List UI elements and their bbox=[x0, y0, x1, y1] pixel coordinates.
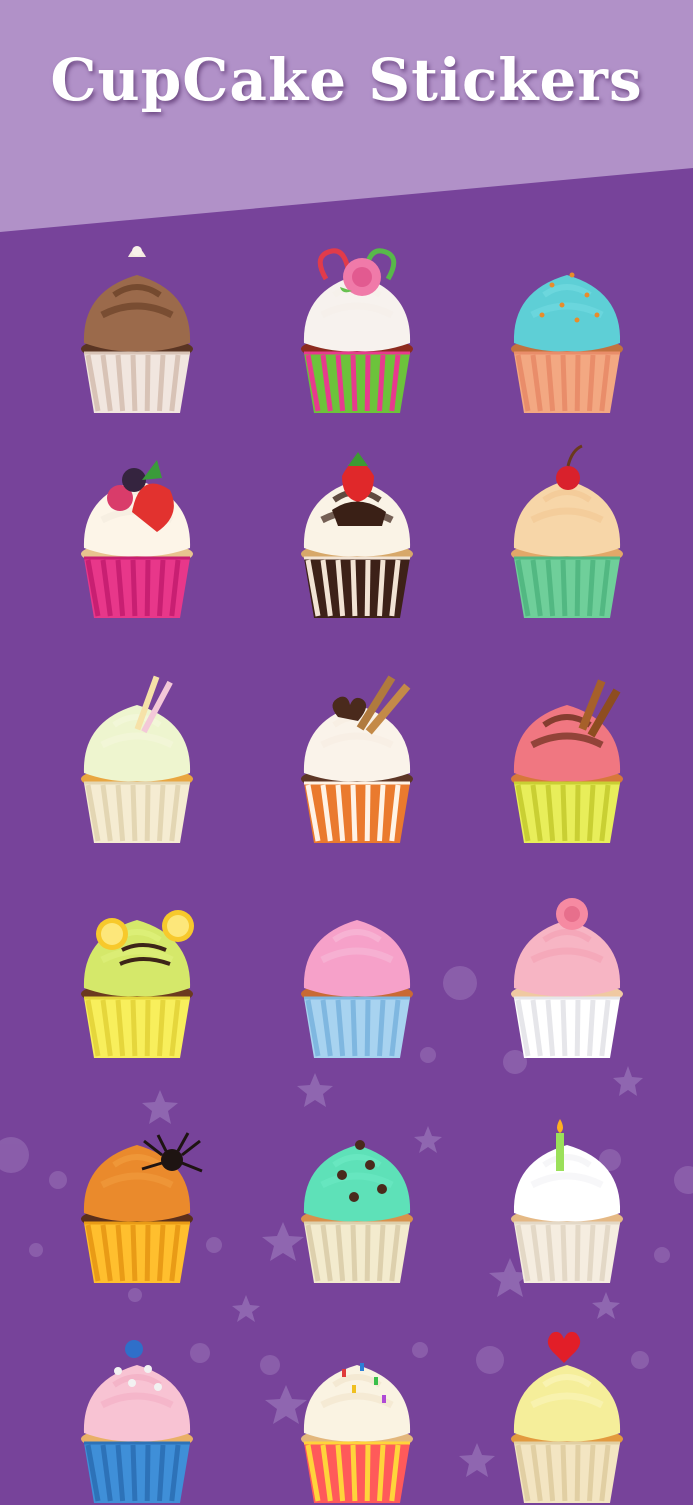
sticker-straw-chip-vanilla-cupcake[interactable] bbox=[62, 665, 212, 845]
sticker-grid bbox=[0, 235, 693, 1503]
sticker-berry-strawberry-cupcake[interactable] bbox=[62, 440, 212, 620]
spider-brain-cupcake-icon bbox=[81, 1132, 203, 1283]
sticker-lemon-swirl-cupcake[interactable] bbox=[62, 880, 212, 1060]
sticker-pink-blue-ball-cupcake[interactable] bbox=[62, 1325, 212, 1505]
sticker-spider-brain-cupcake[interactable] bbox=[62, 1105, 212, 1285]
wafer-heart-chocolate-cupcake-icon bbox=[301, 675, 413, 843]
straw-chip-vanilla-cupcake-icon bbox=[81, 675, 193, 843]
header-band bbox=[0, 0, 693, 232]
chocolate-star-wrapper-cupcake-icon bbox=[81, 246, 193, 413]
sticker-chocolate-wafer-pink-cupcake[interactable] bbox=[492, 665, 642, 845]
berry-strawberry-cupcake-icon bbox=[81, 460, 193, 618]
teal-sprinkle-cupcake-icon bbox=[511, 272, 623, 413]
sticker-pink-rose-white-cupcake[interactable] bbox=[492, 880, 642, 1060]
pink-blue-ball-cupcake-icon bbox=[81, 1340, 193, 1503]
pink-swirl-blue-cupcake-icon bbox=[301, 920, 413, 1058]
chocolate-drizzle-strawberry-cupcake-icon bbox=[301, 452, 413, 618]
rainbow-sprinkle-cupcake-icon bbox=[301, 1363, 413, 1503]
sticker-chocolate-star-wrapper-cupcake[interactable] bbox=[62, 235, 212, 415]
sticker-heart-vanilla-cupcake[interactable] bbox=[492, 1325, 642, 1505]
sticker-mint-chocolate-heart-cupcake[interactable] bbox=[282, 1105, 432, 1285]
rose-candy-cane-heart-cupcake-icon bbox=[301, 248, 413, 413]
sticker-cherry-sprinkle-cupcake[interactable] bbox=[492, 440, 642, 620]
heart-vanilla-cupcake-icon bbox=[511, 1331, 623, 1503]
sticker-pink-swirl-blue-cupcake[interactable] bbox=[282, 880, 432, 1060]
lemon-swirl-cupcake-icon bbox=[81, 910, 194, 1058]
pink-rose-white-cupcake-icon bbox=[511, 898, 623, 1058]
birthday-candle-cupcake-icon bbox=[511, 1119, 623, 1283]
sticker-chocolate-drizzle-strawberry-cupcake[interactable] bbox=[282, 440, 432, 620]
sticker-rose-candy-cane-heart-cupcake[interactable] bbox=[282, 235, 432, 415]
sticker-birthday-candle-cupcake[interactable] bbox=[492, 1105, 642, 1285]
chocolate-wafer-pink-cupcake-icon bbox=[511, 679, 623, 843]
sticker-teal-sprinkle-cupcake[interactable] bbox=[492, 235, 642, 415]
mint-chocolate-heart-cupcake-icon bbox=[301, 1140, 413, 1283]
sticker-wafer-heart-chocolate-cupcake[interactable] bbox=[282, 665, 432, 845]
page-title: CupCake Stickers bbox=[50, 46, 643, 114]
sticker-rainbow-sprinkle-cupcake[interactable] bbox=[282, 1325, 432, 1505]
cherry-sprinkle-cupcake-icon bbox=[511, 444, 623, 618]
